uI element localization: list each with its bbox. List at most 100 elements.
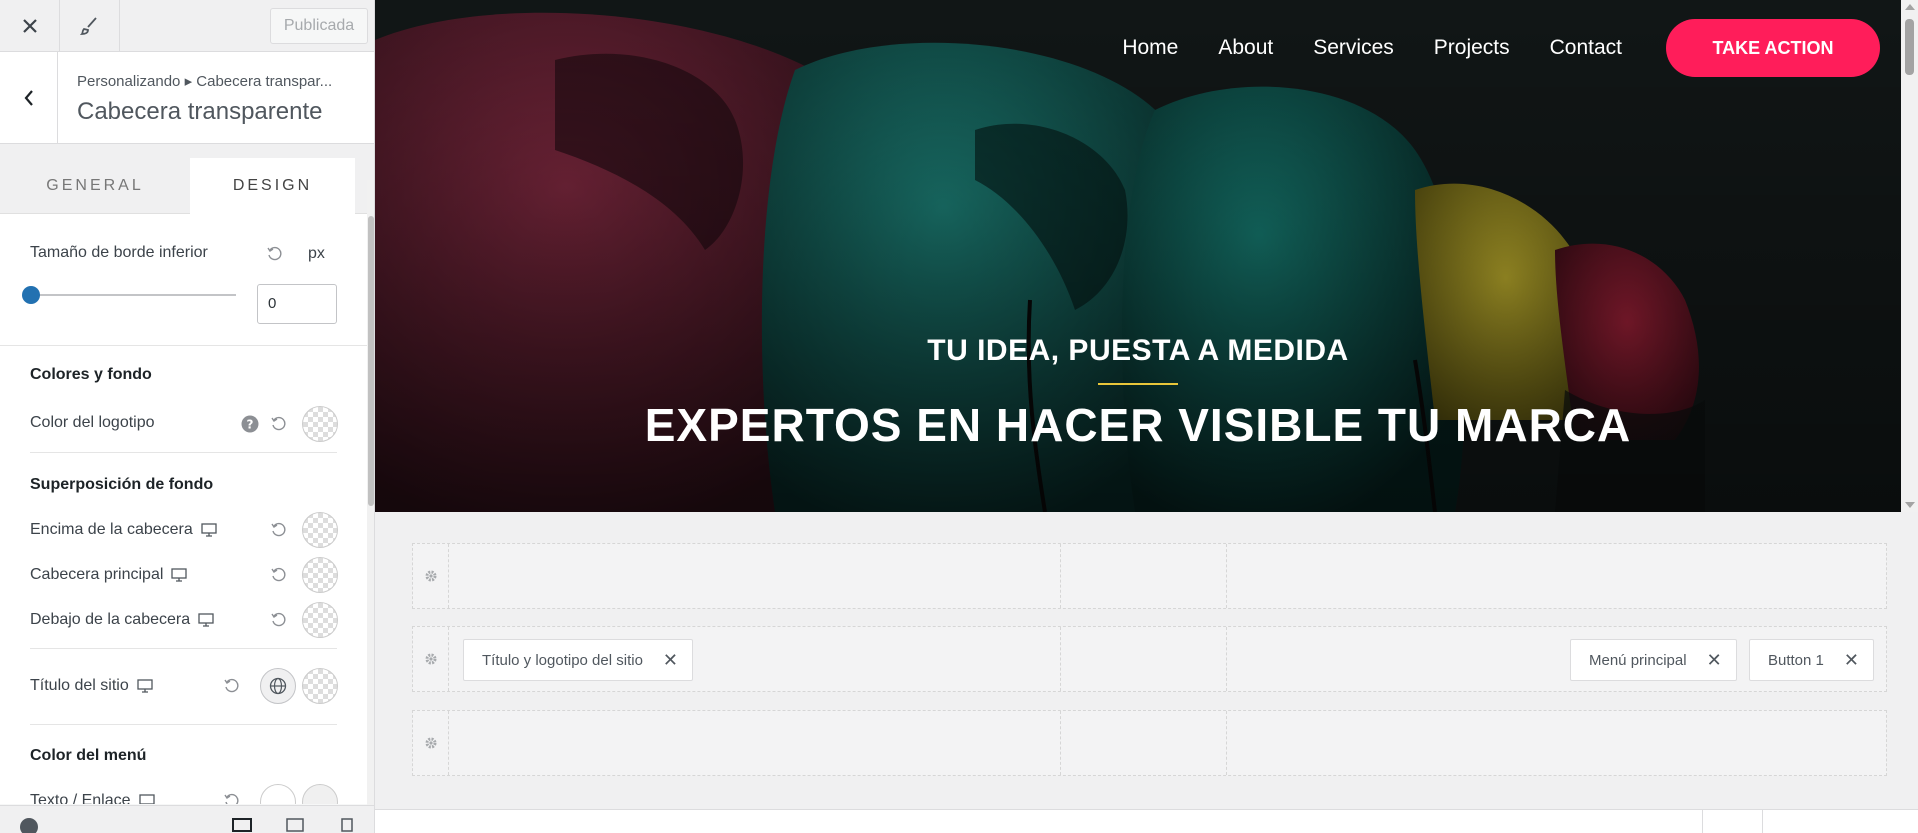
- gear-icon: [425, 653, 436, 665]
- reset-icon[interactable]: [270, 612, 286, 628]
- monitor-icon: [138, 794, 155, 804]
- main-header-label: Cabecera principal: [30, 566, 164, 583]
- customizer-footer: [0, 805, 374, 833]
- overlay-heading: Superposición de fondo: [30, 476, 214, 493]
- monitor-icon: [137, 679, 153, 693]
- column-divider: [1060, 711, 1061, 775]
- column-divider: [1226, 711, 1227, 775]
- builder-item-primary-menu[interactable]: Menú principal ✕: [1570, 639, 1737, 681]
- builder-row-bottom[interactable]: [412, 710, 1887, 776]
- border-size-label: Tamaño de borde inferior: [30, 244, 208, 261]
- monitor-icon: [198, 613, 214, 627]
- customizer-sidebar: Publicada Personalizando ▸ Cabecera tran…: [0, 0, 375, 833]
- section-header: Personalizando ▸ Cabecera transpar... Ca…: [0, 52, 374, 144]
- border-size-row: Tamaño de borde inferior: [30, 244, 337, 262]
- hero-title: EXPERTOS EN HACER VISIBLE TU MARCA: [644, 399, 1632, 451]
- main-header-row: Cabecera principal: [30, 566, 337, 584]
- remove-item-icon[interactable]: ✕: [663, 650, 678, 671]
- preview-scrollbar[interactable]: [1901, 0, 1918, 512]
- below-header-row: Debajo de la cabecera: [30, 611, 337, 629]
- text-link-label: Texto / Enlace: [30, 792, 131, 804]
- remove-item-icon[interactable]: ✕: [1844, 650, 1859, 671]
- nav-link-services[interactable]: Services: [1313, 36, 1394, 60]
- row-settings-button[interactable]: [413, 544, 449, 608]
- divider: [0, 345, 367, 346]
- gear-icon: [425, 737, 436, 749]
- tab-design[interactable]: DESIGN: [190, 158, 355, 214]
- builder-row-main[interactable]: Título y logotipo del sitio ✕ Menú princ…: [412, 626, 1887, 692]
- close-icon: [22, 19, 37, 33]
- text-link-swatch[interactable]: [260, 784, 296, 804]
- below-header-swatch[interactable]: [302, 602, 338, 638]
- border-size-input[interactable]: 0: [257, 284, 337, 324]
- column-divider: [1060, 544, 1061, 608]
- design-panel: Tamaño de borde inferior px 0 Colores y …: [0, 214, 367, 804]
- nav-link-projects[interactable]: Projects: [1434, 36, 1510, 60]
- svg-text:?: ?: [247, 418, 254, 432]
- reset-icon[interactable]: [223, 678, 239, 694]
- main-header-swatch[interactable]: [302, 557, 338, 593]
- breadcrumb: Personalizando ▸ Cabecera transpar...: [77, 73, 333, 90]
- builder-item-label: Menú principal: [1589, 651, 1687, 669]
- back-button[interactable]: [0, 52, 58, 144]
- gear-icon: [425, 570, 436, 582]
- monitor-icon: [201, 523, 217, 537]
- site-title-label: Título del sitio: [30, 677, 129, 694]
- scroll-down-arrow-icon[interactable]: [1905, 502, 1915, 508]
- site-title-swatch[interactable]: [302, 668, 338, 704]
- builder-item-label: Button 1: [1768, 651, 1824, 669]
- nav-link-home[interactable]: Home: [1122, 36, 1178, 60]
- scroll-up-arrow-icon[interactable]: [1905, 4, 1915, 10]
- unit-label[interactable]: px: [308, 245, 325, 263]
- chevron-left-icon: [24, 90, 33, 106]
- remove-item-icon[interactable]: ✕: [1707, 650, 1722, 671]
- builder-item-button[interactable]: Button 1 ✕: [1749, 639, 1874, 681]
- monitor-icon: [171, 568, 188, 582]
- column-divider: [1226, 627, 1227, 691]
- preview-scrollbar-thumb[interactable]: [1905, 19, 1914, 75]
- menu-color-heading: Color del menú: [30, 747, 147, 764]
- builder-row-top[interactable]: [412, 543, 1887, 609]
- above-header-row: Encima de la cabecera: [30, 521, 337, 539]
- logo-color-row: Color del logotipo: [30, 414, 337, 432]
- desktop-device-icon[interactable]: [232, 818, 252, 832]
- row-settings-button[interactable]: [413, 627, 449, 691]
- publish-button[interactable]: Publicada: [270, 8, 368, 44]
- footer-divider: [1702, 810, 1703, 833]
- globe-icon: [269, 677, 287, 695]
- text-link-hover-swatch[interactable]: [302, 784, 338, 804]
- nav-link-contact[interactable]: Contact: [1550, 36, 1622, 60]
- nav-link-about[interactable]: About: [1218, 36, 1273, 60]
- divider: [30, 452, 337, 453]
- below-header-label: Debajo de la cabecera: [30, 611, 191, 628]
- reset-icon[interactable]: [223, 793, 239, 804]
- take-action-button[interactable]: TAKE ACTION: [1666, 19, 1880, 77]
- collapse-icon[interactable]: [20, 818, 38, 833]
- hero-underline: [1098, 383, 1178, 385]
- divider: [30, 648, 337, 649]
- column-divider: [1060, 627, 1061, 691]
- hero-subtitle: TU IDEA, PUESTA A MEDIDA: [927, 334, 1349, 367]
- builder-item-site-title[interactable]: Título y logotipo del sitio ✕: [463, 639, 694, 681]
- tablet-device-icon[interactable]: [286, 818, 304, 832]
- sidebar-scrollbar[interactable]: [367, 180, 374, 833]
- above-header-swatch[interactable]: [302, 512, 338, 548]
- sidebar-scrollbar-thumb[interactable]: [368, 216, 374, 506]
- builder-footer-bar: [375, 809, 1918, 833]
- logo-color-swatch[interactable]: [302, 406, 338, 442]
- row-settings-button[interactable]: [413, 711, 449, 775]
- border-size-slider-track[interactable]: [30, 294, 236, 296]
- help-icon[interactable]: ?: [241, 415, 259, 433]
- reset-icon[interactable]: [270, 567, 286, 583]
- panel-tabs: GENERAL DESIGN: [0, 144, 374, 214]
- design-brush-button[interactable]: [60, 0, 120, 52]
- border-size-slider-handle[interactable]: [22, 286, 40, 304]
- column-divider: [1226, 544, 1227, 608]
- reset-icon[interactable]: [270, 522, 286, 538]
- reset-icon[interactable]: [266, 246, 282, 262]
- tab-general[interactable]: GENERAL: [0, 158, 190, 214]
- close-button[interactable]: [0, 0, 60, 52]
- mobile-device-icon[interactable]: [341, 818, 353, 832]
- global-color-button[interactable]: [260, 668, 296, 704]
- reset-icon[interactable]: [270, 416, 286, 432]
